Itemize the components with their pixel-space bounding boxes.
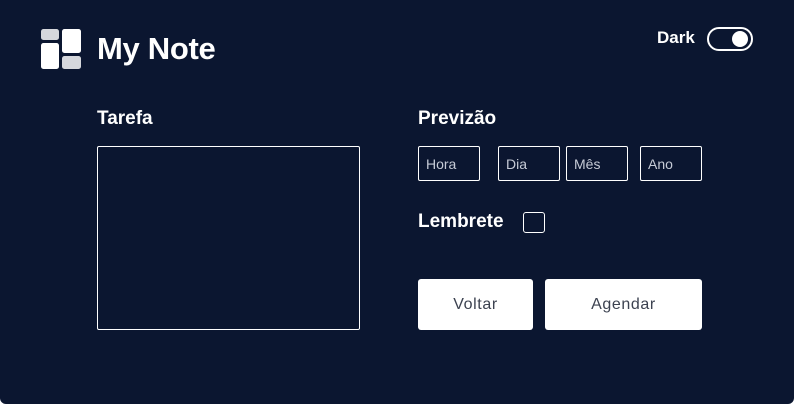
forecast-label: Previzão xyxy=(418,108,497,129)
month-input[interactable] xyxy=(566,146,628,181)
dark-mode-label: Dark xyxy=(657,28,695,47)
dashboard-grid-icon xyxy=(41,29,81,69)
hour-input[interactable] xyxy=(418,146,480,181)
reminder-checkbox[interactable] xyxy=(523,212,545,233)
back-button[interactable]: Voltar xyxy=(418,279,533,330)
schedule-button[interactable]: Agendar xyxy=(545,279,702,330)
year-input[interactable] xyxy=(640,146,702,181)
task-textarea[interactable] xyxy=(97,146,360,330)
toggle-knob xyxy=(732,31,748,47)
day-input[interactable] xyxy=(498,146,560,181)
app-window: My Note Dark Tarefa Previzão Lembrete Vo… xyxy=(0,0,794,404)
reminder-label: Lembrete xyxy=(418,211,504,232)
dark-mode-toggle[interactable] xyxy=(707,27,753,51)
app-title: My Note xyxy=(97,31,216,66)
task-label: Tarefa xyxy=(97,108,153,129)
